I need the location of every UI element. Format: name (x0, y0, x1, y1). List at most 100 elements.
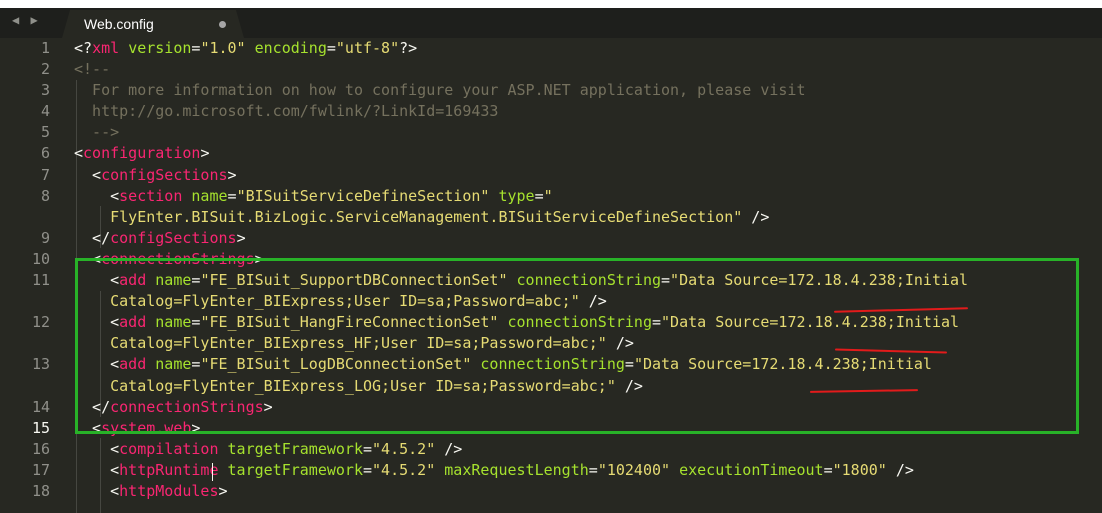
code-token: configuration (83, 144, 201, 163)
code-token: > (200, 144, 210, 163)
code-line[interactable]: 8 <section name="BISuitServiceDefineSect… (0, 186, 1102, 207)
code-token: < (74, 186, 120, 205)
code-text: <!-- (74, 59, 110, 80)
code-token: " (543, 186, 553, 205)
line-number: 17 (31, 460, 50, 479)
code-token: "4.5.2" (372, 439, 436, 458)
line-number: 9 (40, 228, 50, 247)
code-token: configSections (110, 228, 237, 247)
code-line[interactable]: 1 <?xml version="1.0" encoding="utf-8"?> (0, 38, 1102, 59)
code-text: </configSections> (74, 228, 246, 249)
code-token: < (74, 439, 120, 458)
code-token: --> (74, 123, 120, 142)
code-text: <configuration> (74, 143, 209, 164)
code-text: For more information on how to configure… (74, 80, 806, 101)
code-line[interactable]: 16 <compilation targetFramework="4.5.2" … (0, 439, 1102, 460)
code-line[interactable]: FlyEnter.BISuit.BizLogic.ServiceManageme… (0, 207, 1102, 228)
code-token: targetFramework (227, 439, 363, 458)
code-line[interactable]: 17 <httpRuntime targetFramework="4.5.2" … (0, 460, 1102, 481)
tab-web-config[interactable]: Web.config (62, 10, 244, 38)
code-token: = (363, 460, 373, 479)
code-text: <?xml version="1.0" encoding="utf-8"?> (74, 38, 417, 59)
code-text: <configSections> (74, 165, 237, 186)
code-token: = (534, 186, 544, 205)
code-text: --> (74, 122, 119, 143)
tab-nav-arrows-icon[interactable]: ◀ ▶ (12, 13, 40, 27)
code-text: <httpRuntime targetFramework="4.5.2" max… (74, 460, 914, 481)
code-token: section (119, 186, 183, 205)
line-number: 15 (31, 418, 50, 437)
code-token: > (218, 481, 228, 500)
line-number: 2 (40, 60, 50, 79)
code-token: encoding (254, 39, 327, 57)
line-number: 7 (40, 165, 50, 184)
highlight-box (75, 258, 1079, 434)
code-text: FlyEnter.BISuit.BizLogic.ServiceManageme… (74, 207, 769, 228)
line-number: 3 (40, 81, 50, 100)
code-token: < (74, 460, 120, 479)
code-line[interactable]: 5 --> (0, 122, 1102, 143)
code-text: <httpModules> (74, 481, 228, 502)
line-number: 14 (31, 397, 50, 416)
code-token: /> (886, 460, 914, 479)
line-number: 11 (31, 271, 50, 290)
code-token: compilation (119, 439, 219, 458)
code-token: ?> (399, 39, 418, 57)
code-token: maxRequestLength (444, 460, 589, 479)
code-line[interactable]: 3 For more information on how to configu… (0, 80, 1102, 101)
code-token: For more information on how to configure… (74, 81, 806, 100)
code-text: <compilation targetFramework="4.5.2" /> (74, 439, 462, 460)
code-line[interactable]: 2 <!-- (0, 59, 1102, 80)
line-number: 8 (40, 186, 50, 205)
code-text: http://go.microsoft.com/fwlink/?LinkId=1… (74, 101, 498, 122)
code-token: "1800" (832, 460, 887, 479)
code-token: httpRuntime (119, 460, 219, 479)
code-token: "1.0" (200, 39, 246, 57)
code-token: targetFramework (227, 460, 363, 479)
line-number: 10 (31, 249, 50, 268)
code-line[interactable]: 9 </configSections> (0, 228, 1102, 249)
code-token: "4.5.2" (372, 460, 436, 479)
code-line[interactable]: 4 http://go.microsoft.com/fwlink/?LinkId… (0, 101, 1102, 122)
code-token: < (74, 144, 84, 163)
code-token: = (588, 460, 598, 479)
code-token: "102400" (597, 460, 671, 479)
code-token: = (227, 186, 237, 205)
code-line[interactable]: 18 <httpModules> (0, 481, 1102, 502)
code-token: FlyEnter.BISuit.BizLogic.ServiceManageme… (74, 207, 743, 226)
code-token: > (236, 228, 246, 247)
tab-title: Web.config (84, 16, 154, 32)
code-token: "BISuitServiceDefineSection" (236, 186, 490, 205)
code-line[interactable]: 6 <configuration> (0, 143, 1102, 164)
text-cursor (212, 463, 213, 481)
code-token: < (74, 481, 120, 500)
editor-window: ◀ ▶ Web.config 1 <?xml version = "1.0" enco… (0, 0, 1102, 513)
code-token: /> (435, 439, 463, 458)
code-token: </ (74, 228, 111, 247)
code-text: <section name="BISuitServiceDefineSectio… (74, 186, 553, 207)
line-number: 6 (40, 144, 50, 163)
code-token: xml (92, 39, 120, 57)
code-token: version (128, 39, 192, 57)
code-token: name (191, 186, 228, 205)
code-token: <? (74, 39, 93, 57)
code-token: type (498, 186, 535, 205)
code-token: = (326, 39, 336, 57)
line-number: 13 (31, 355, 50, 374)
code-token: httpModules (119, 481, 219, 500)
line-number: 5 (40, 123, 50, 142)
code-line[interactable]: 7 <configSections> (0, 165, 1102, 186)
code-token: "utf-8" (335, 39, 400, 57)
line-number: 4 (40, 102, 50, 121)
code-token: http://go.microsoft.com/fwlink/?LinkId=1… (74, 102, 499, 121)
tab-bar: ◀ ▶ Web.config (0, 0, 1102, 38)
code-token: /> (742, 207, 770, 226)
unsaved-dot-icon[interactable] (219, 21, 226, 28)
code-token: executionTimeout (679, 460, 824, 479)
code-token: > (227, 165, 237, 184)
code-token: = (823, 460, 833, 479)
